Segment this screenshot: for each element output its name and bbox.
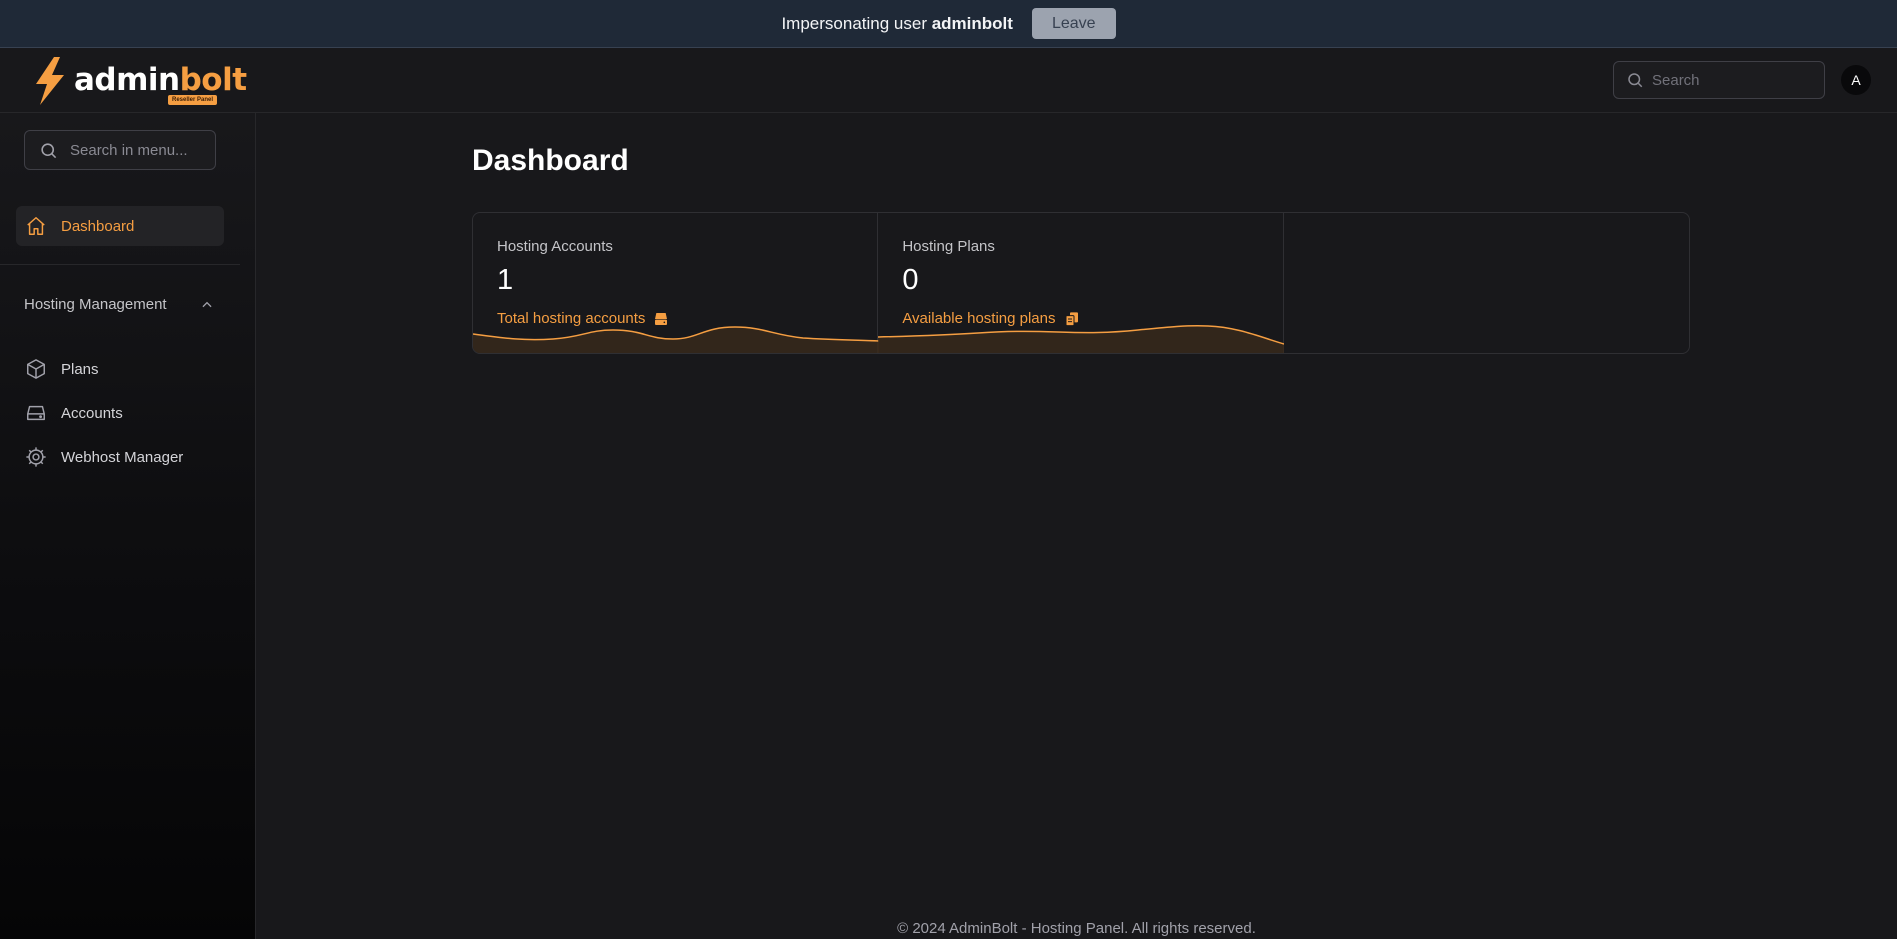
top-header: adminbolt Reseller Panel A (0, 48, 1897, 113)
logo-text-admin: admin (74, 62, 180, 98)
menu-search[interactable] (24, 130, 216, 170)
sidebar-item-label: Accounts (61, 404, 123, 422)
sidebar-item-label: Plans (61, 360, 99, 378)
group-title-label: Hosting Management (24, 296, 167, 313)
logo-text-bolt: bolt (179, 62, 247, 98)
avatar[interactable]: A (1841, 65, 1871, 95)
stat-card-empty (1284, 213, 1689, 353)
sidebar-item-webhost-manager[interactable]: Webhost Manager (16, 437, 224, 477)
bolt-logo-icon (36, 57, 64, 105)
stat-value: 0 (902, 264, 919, 296)
impersonation-bar: Impersonating user adminbolt Leave (0, 0, 1897, 48)
impersonated-username: adminbolt (931, 13, 1013, 33)
impersonation-text: Impersonating user adminbolt (781, 14, 1012, 34)
stat-value: 1 (497, 264, 514, 296)
search-icon (41, 142, 57, 158)
stat-label: Hosting Plans (902, 238, 995, 255)
sidebar-item-label: Dashboard (61, 217, 135, 235)
group-hosting-management[interactable]: Hosting Management (24, 296, 214, 313)
sidebar-item-accounts[interactable]: Accounts (16, 393, 224, 433)
sparkline-chart (878, 325, 1285, 353)
leave-impersonation-button[interactable]: Leave (1031, 8, 1116, 39)
menu-search-input[interactable] (70, 141, 200, 159)
sidebar-item-label: Webhost Manager (61, 448, 184, 466)
global-search-input[interactable] (1652, 71, 1812, 89)
stat-card-hosting-accounts[interactable]: Hosting Accounts 1 Total hosting account… (473, 213, 879, 353)
stat-card-hosting-plans[interactable]: Hosting Plans 0 Available hosting plans (878, 213, 1285, 353)
sidebar: Dashboard Hosting Management Plans Accou… (0, 113, 256, 939)
server-icon (27, 405, 45, 421)
global-search[interactable] (1613, 61, 1825, 99)
sidebar-item-dashboard[interactable]: Dashboard (16, 206, 224, 246)
cog-icon (26, 447, 46, 467)
logo[interactable]: adminbolt Reseller Panel (30, 57, 247, 105)
chevron-up-icon (202, 301, 212, 307)
sidebar-divider (0, 264, 240, 265)
logo-badge: Reseller Panel (168, 95, 218, 105)
footer-copyright: © 2024 AdminBolt - Hosting Panel. All ri… (897, 920, 1256, 937)
impersonation-prefix: Impersonating user (781, 13, 927, 33)
home-icon (27, 217, 45, 235)
stats-overview: Hosting Accounts 1 Total hosting account… (472, 212, 1690, 354)
page-title: Dashboard (472, 144, 629, 177)
search-icon (1628, 73, 1643, 88)
logo-wordmark: adminbolt (74, 62, 247, 98)
sidebar-item-plans[interactable]: Plans (16, 349, 224, 389)
cube-icon (27, 359, 45, 379)
stat-label: Hosting Accounts (497, 238, 613, 255)
sparkline-chart (473, 326, 879, 353)
